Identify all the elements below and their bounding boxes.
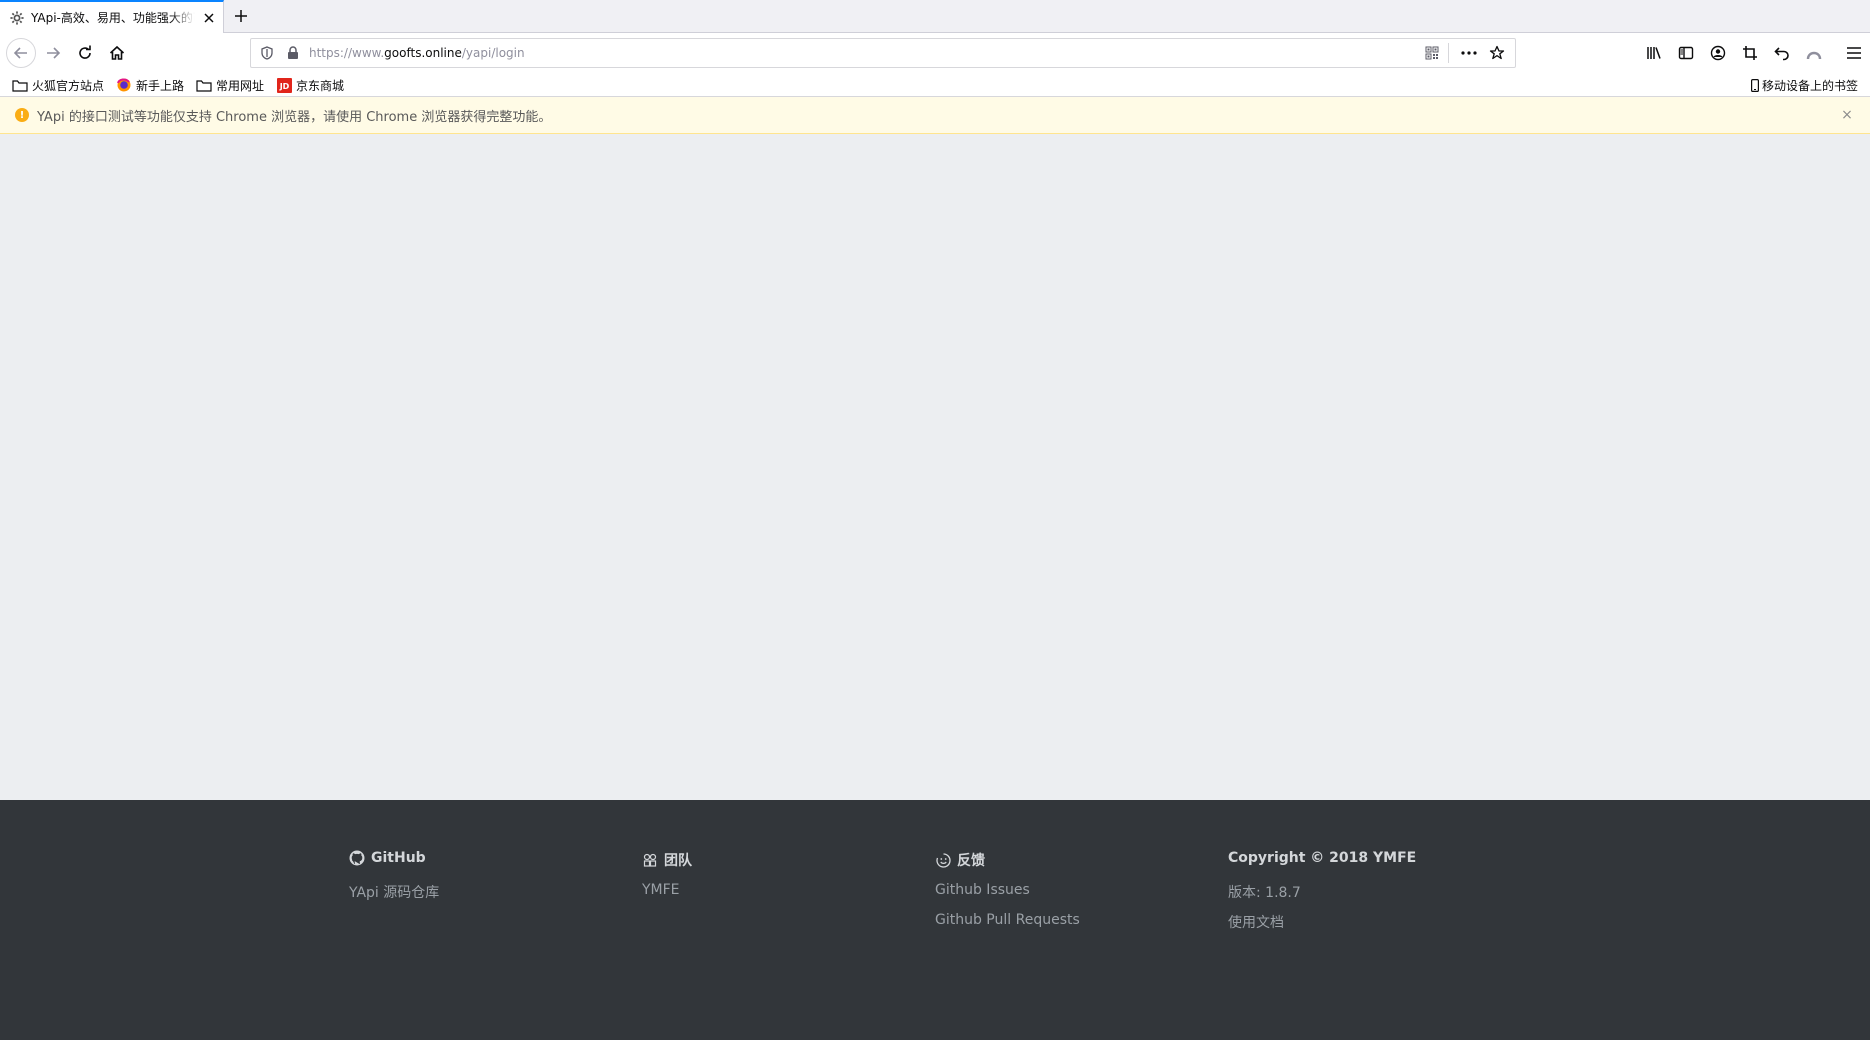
bookmark-label: 新手上路 (136, 78, 185, 93)
extension-arc-icon[interactable] (1798, 37, 1830, 69)
lock-icon[interactable] (283, 43, 303, 63)
footer-version: 版本: 1.8.7 (1228, 885, 1301, 901)
home-button[interactable] (105, 41, 129, 65)
jd-icon: JD (276, 77, 292, 93)
footer-link-docs[interactable]: 使用文档 (1228, 912, 1284, 932)
mobile-bookmarks-label: 移动设备上的书签 (1761, 78, 1858, 93)
bookmark-item[interactable]: 火狐官方站点 (12, 75, 104, 95)
url-bar[interactable]: https://www.goofts.online/yapi/login (250, 38, 1516, 68)
folder-icon (196, 77, 212, 93)
chrome-warning-alert: ! YApi 的接口测试等功能仅支持 Chrome 浏览器，请使用 Chrome… (0, 97, 1870, 134)
footer-link-github-issues[interactable]: Github Issues (935, 882, 1030, 898)
plus-icon (235, 10, 247, 22)
tab-title: YApi-高效、易用、功能强大的可视化接口管理平台 (31, 11, 195, 25)
footer-copyright-label: Copyright © 2018 YMFE (1228, 850, 1417, 866)
arrow-right-icon (47, 47, 61, 59)
firefox-icon (116, 77, 132, 93)
svg-text:JD: JD (278, 82, 289, 91)
bookmark-item[interactable]: 常用网址 (196, 75, 264, 95)
bookmark-item[interactable]: 新手上路 (116, 75, 184, 95)
navigation-toolbar: https://www.goofts.online/yapi/login (0, 33, 1870, 73)
sidebar-icon[interactable] (1670, 37, 1702, 69)
page-actions-icon[interactable] (1455, 43, 1483, 63)
footer-github-label: GitHub (371, 850, 426, 866)
footer-link-github-pull-requests[interactable]: Github Pull Requests (935, 912, 1080, 928)
url-path: /yapi/login (461, 46, 525, 60)
bookmark-label: 常用网址 (216, 78, 265, 93)
footer-link-yapi-repo[interactable]: YApi 源码仓库 (349, 882, 439, 902)
home-icon (109, 45, 125, 60)
bookmark-label: 火狐官方站点 (32, 78, 105, 93)
undo-arrow-icon[interactable] (1766, 37, 1798, 69)
tab-close-icon[interactable] (201, 10, 217, 26)
new-tab-button[interactable] (230, 5, 252, 27)
github-icon (349, 850, 365, 866)
footer-team-label: 团队 (664, 853, 692, 869)
reload-icon (79, 45, 91, 59)
bookmarks-toolbar: 火狐官方站点 新手上路 常用网址 JD 京东商城 移动设备上的书签 (0, 73, 1870, 97)
arrow-left-icon (13, 47, 27, 59)
browser-tab[interactable]: YApi-高效、易用、功能强大的可视化接口管理平台 (0, 0, 224, 33)
footer-feedback-label: 反馈 (957, 853, 985, 869)
page-content: ! YApi 的接口测试等功能仅支持 Chrome 浏览器，请使用 Chrome… (0, 97, 1870, 1040)
library-icon[interactable] (1638, 37, 1670, 69)
url-text[interactable]: https://www.goofts.online/yapi/login (309, 46, 1422, 60)
feedback-smile-icon (935, 852, 951, 868)
footer-link-ymfe[interactable]: YMFE (642, 882, 680, 898)
yapi-gear-icon (9, 10, 25, 26)
alert-close-icon[interactable]: × (1840, 108, 1854, 122)
footer: GitHub YApi 源码仓库 团队 YMFE 反馈 Github Issue… (0, 800, 1870, 1040)
tab-bar: YApi-高效、易用、功能强大的可视化接口管理平台 (0, 0, 1870, 33)
hamburger-menu-icon[interactable] (1838, 37, 1870, 69)
url-host: goofts.online (384, 46, 462, 60)
bookmark-star-icon[interactable] (1483, 43, 1511, 63)
footer-feedback-title: 反馈 (935, 850, 985, 870)
shield-icon[interactable] (257, 43, 277, 63)
reload-button[interactable] (73, 41, 97, 65)
mobile-phone-icon (1750, 77, 1760, 93)
toolbar-right (1638, 33, 1870, 73)
screenshot-crop-icon[interactable] (1734, 37, 1766, 69)
warning-icon: ! (15, 108, 29, 122)
footer-copyright-title: Copyright © 2018 YMFE (1228, 850, 1416, 866)
folder-icon (12, 77, 28, 93)
account-icon[interactable] (1702, 37, 1734, 69)
mobile-bookmarks[interactable]: 移动设备上的书签 (1750, 75, 1858, 95)
url-prefix: https://www. (309, 46, 385, 60)
team-icon (642, 852, 658, 868)
forward-button[interactable] (41, 41, 65, 65)
qr-code-icon[interactable] (1422, 43, 1442, 63)
alert-message: YApi 的接口测试等功能仅支持 Chrome 浏览器，请使用 Chrome 浏… (37, 109, 552, 125)
bookmark-label: 京东商城 (296, 78, 345, 93)
back-button[interactable] (6, 38, 36, 68)
bookmark-item[interactable]: JD 京东商城 (276, 75, 344, 95)
footer-team-title: 团队 (642, 850, 692, 870)
footer-github-title: GitHub (349, 850, 426, 866)
url-separator (1448, 43, 1449, 63)
